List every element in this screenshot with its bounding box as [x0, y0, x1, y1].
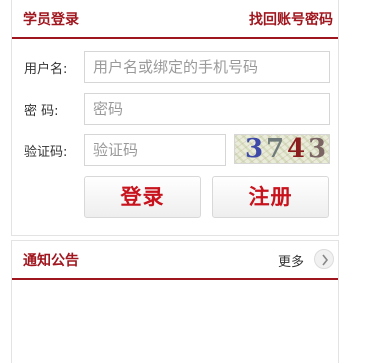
username-label: 用户名:: [24, 62, 68, 77]
captcha-char: 3: [308, 134, 327, 164]
register-button[interactable]: 注册: [212, 176, 329, 218]
captcha-char: 4: [287, 134, 306, 164]
login-header: 学员登录 找回账号密码: [12, 0, 338, 39]
notice-header: 通知公告 更多: [12, 241, 338, 280]
username-input[interactable]: [84, 51, 330, 83]
login-button[interactable]: 登录: [84, 176, 201, 218]
retrieve-account-link[interactable]: 找回账号密码: [249, 9, 333, 29]
login-panel: 学员登录 找回账号密码 用户名: 密 码: 验证码: 3 7 4 3 登录 注册: [11, 0, 339, 236]
captcha-input[interactable]: [84, 134, 226, 166]
captcha-image[interactable]: 3 7 4 3: [234, 134, 330, 164]
chevron-right-icon: [314, 249, 334, 269]
captcha-char: 7: [266, 134, 285, 164]
login-title: 学员登录: [23, 12, 79, 28]
captcha-label: 验证码:: [24, 145, 68, 160]
notice-panel: 通知公告 更多: [11, 240, 339, 363]
more-link[interactable]: 更多: [270, 249, 334, 271]
notice-title: 通知公告: [23, 253, 79, 269]
more-label: 更多: [277, 255, 304, 270]
password-label: 密 码:: [24, 104, 59, 119]
password-input[interactable]: [84, 93, 330, 125]
captcha-char: 3: [245, 134, 264, 164]
